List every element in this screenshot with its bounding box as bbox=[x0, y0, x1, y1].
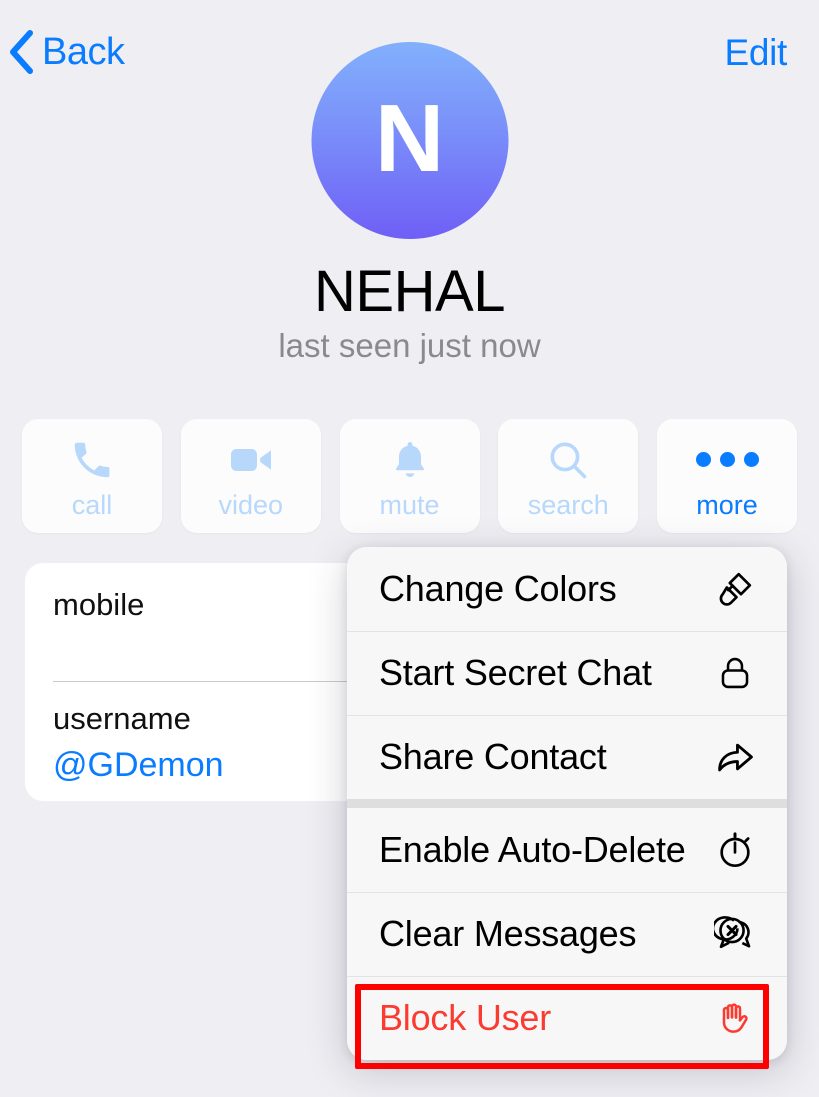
action-button-search-label: search bbox=[527, 489, 609, 520]
menu-item-share-contact[interactable]: Share Contact bbox=[347, 715, 787, 799]
phone-icon bbox=[69, 434, 115, 486]
menu-item-change-colors-label: Change Colors bbox=[379, 568, 617, 609]
menu-item-block-user[interactable]: Block User bbox=[347, 976, 787, 1060]
action-button-video-label: video bbox=[218, 489, 284, 520]
edit-button[interactable]: Edit bbox=[724, 34, 787, 71]
last-seen-status: last seen just now bbox=[278, 327, 541, 364]
menu-item-block-user-label: Block User bbox=[379, 997, 552, 1038]
menu-item-start-secret-chat-label: Start Secret Chat bbox=[379, 652, 652, 693]
ellipsis-icon bbox=[695, 434, 759, 486]
menu-item-share-contact-label: Share Contact bbox=[379, 736, 607, 777]
paintbrush-icon bbox=[713, 567, 757, 611]
menu-item-enable-auto-delete-label: Enable Auto-Delete bbox=[379, 829, 686, 870]
action-button-search[interactable]: search bbox=[498, 419, 639, 533]
action-button-more[interactable]: more bbox=[657, 419, 797, 533]
lock-icon bbox=[713, 651, 757, 695]
context-menu: Change Colors Start Secret Chat Share Co… bbox=[347, 547, 787, 1060]
action-button-row: call video mute search more bbox=[22, 419, 797, 533]
chat-delete-icon bbox=[713, 912, 757, 956]
video-camera-icon bbox=[227, 434, 275, 486]
menu-item-clear-messages-label: Clear Messages bbox=[379, 913, 637, 954]
navigation-bar: Back Edit bbox=[0, 0, 819, 100]
chevron-left-icon bbox=[10, 30, 33, 74]
action-button-mute[interactable]: mute bbox=[339, 419, 480, 533]
action-button-call-label: call bbox=[71, 489, 113, 520]
back-button-label: Back bbox=[42, 31, 125, 73]
context-menu-group-2: Enable Auto-Delete Clear Messages Block … bbox=[347, 808, 787, 1060]
action-button-more-label: more bbox=[696, 489, 758, 520]
bell-icon bbox=[388, 434, 432, 486]
avatar-initial: N bbox=[374, 84, 445, 192]
action-button-call[interactable]: call bbox=[22, 419, 162, 533]
action-button-video[interactable]: video bbox=[180, 419, 321, 533]
timer-icon bbox=[713, 828, 757, 872]
menu-item-clear-messages[interactable]: Clear Messages bbox=[347, 892, 787, 976]
magnifier-icon bbox=[545, 434, 591, 486]
context-menu-separator bbox=[347, 799, 787, 808]
menu-item-start-secret-chat[interactable]: Start Secret Chat bbox=[347, 631, 787, 715]
share-arrow-icon bbox=[713, 735, 757, 779]
menu-item-change-colors[interactable]: Change Colors bbox=[347, 547, 787, 631]
page-title: NEHAL bbox=[314, 259, 505, 324]
menu-item-enable-auto-delete[interactable]: Enable Auto-Delete bbox=[347, 808, 787, 892]
context-menu-group-1: Change Colors Start Secret Chat Share Co… bbox=[347, 547, 787, 799]
back-button[interactable]: Back bbox=[8, 30, 125, 74]
action-button-mute-label: mute bbox=[379, 489, 440, 520]
stop-hand-icon bbox=[713, 996, 757, 1040]
